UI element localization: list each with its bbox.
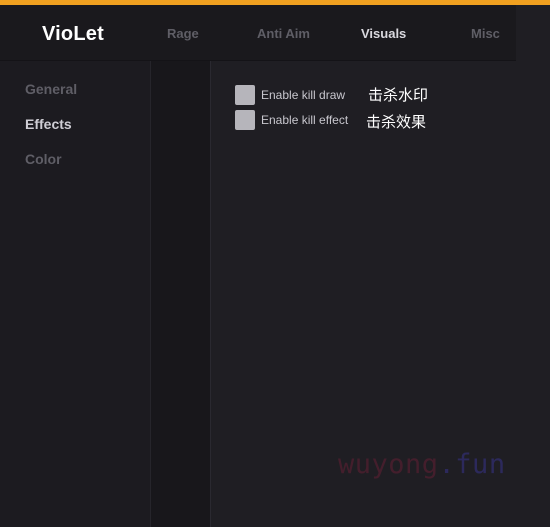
sidebar-item-color[interactable]: Color [25, 151, 62, 167]
sidebar-item-general[interactable]: General [25, 81, 77, 97]
kill-draw-annotation: 击杀水印 [368, 86, 429, 104]
app-window: VioLet Rage Anti Aim Visuals Misc Genera… [0, 0, 550, 527]
header-bar: VioLet Rage Anti Aim Visuals Misc [0, 5, 516, 61]
kill-effect-annotation: 击杀效果 [366, 113, 427, 131]
kill-effect-label: Enable kill effect [261, 113, 349, 127]
tab-anti-aim[interactable]: Anti Aim [257, 26, 310, 41]
kill-effect-checkbox[interactable] [235, 110, 255, 130]
kill-draw-checkbox[interactable] [235, 85, 255, 105]
watermark-name: wuyong [338, 449, 439, 480]
sub-panel [151, 61, 211, 527]
kill-draw-label: Enable kill draw [261, 88, 346, 102]
watermark-text: wuyong.fun [338, 449, 506, 480]
tab-visuals[interactable]: Visuals [361, 26, 406, 41]
sidebar-item-effects[interactable]: Effects [25, 116, 72, 132]
tab-misc[interactable]: Misc [471, 26, 500, 41]
right-gutter [516, 5, 550, 527]
watermark-tld: .fun [438, 449, 506, 480]
sidebar: General Effects Color [0, 61, 151, 527]
tab-rage[interactable]: Rage [167, 26, 199, 41]
app-logo: VioLet [42, 23, 104, 45]
